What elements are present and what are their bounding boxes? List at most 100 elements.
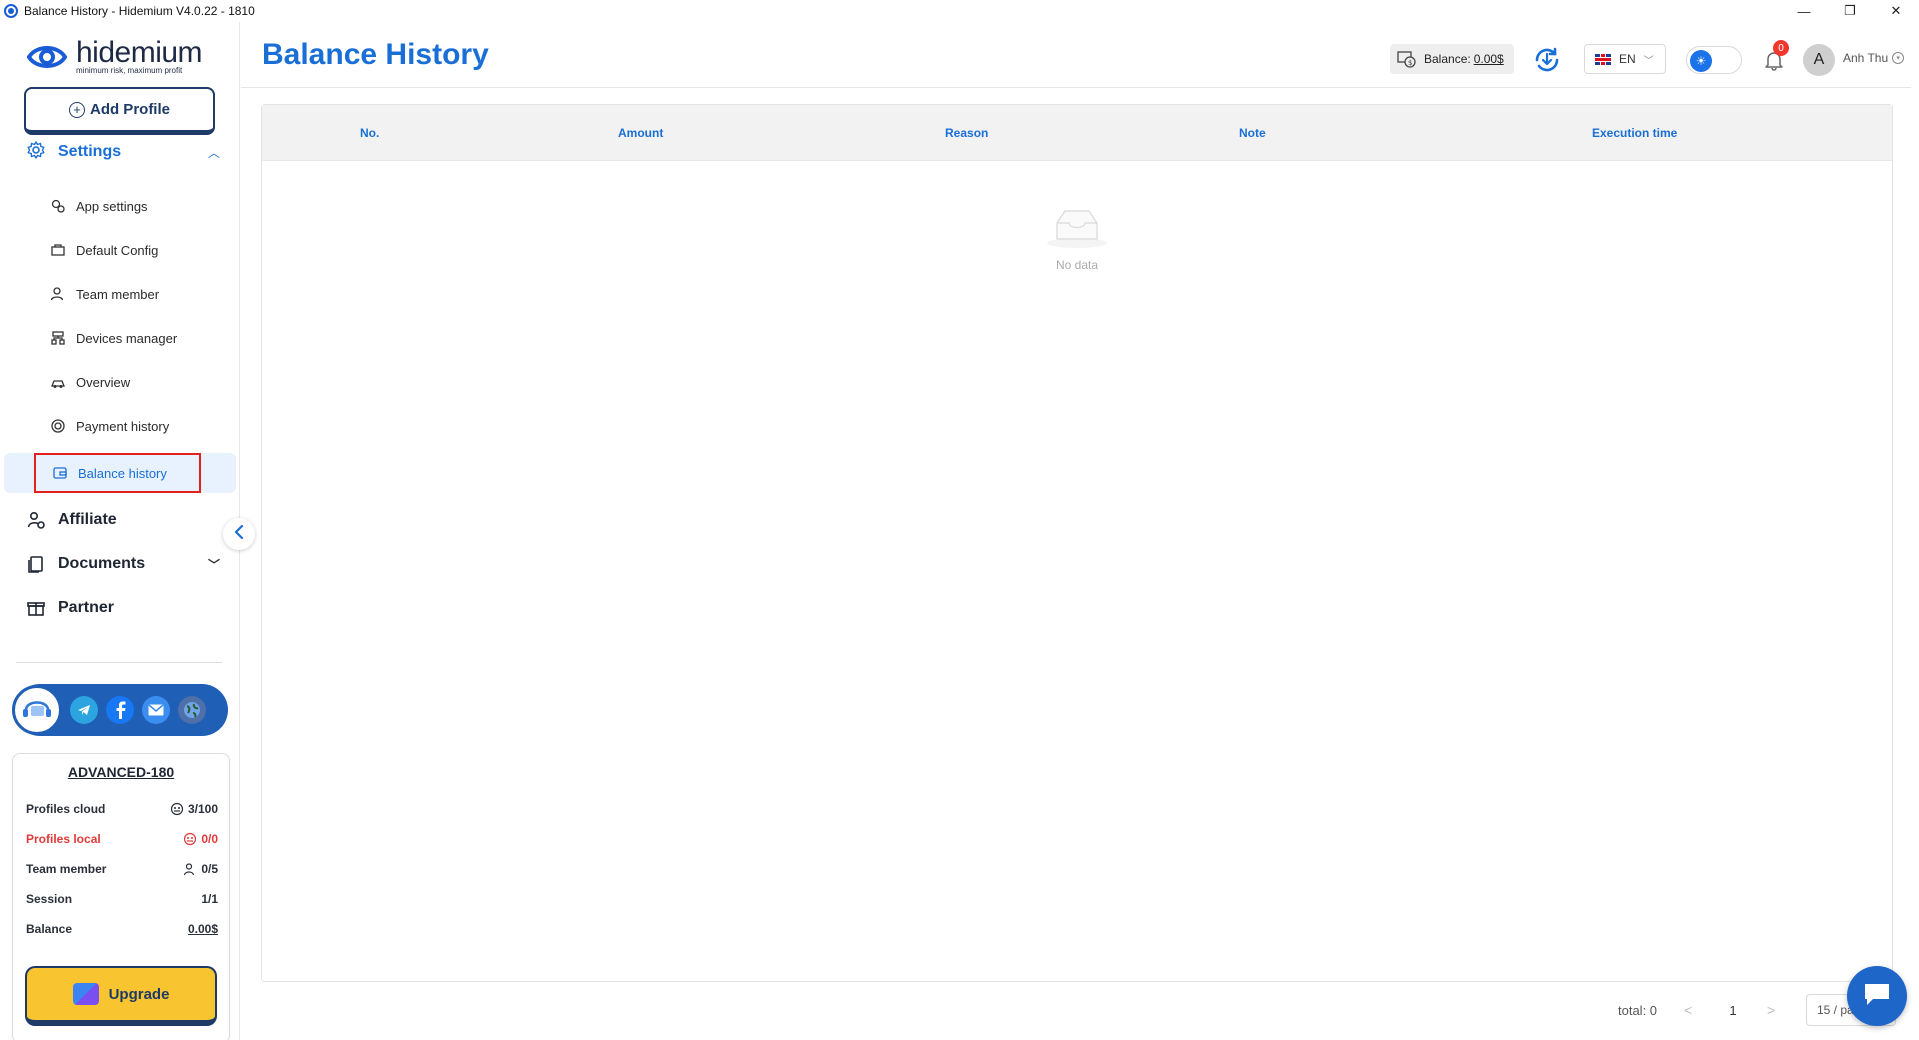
minimize-button[interactable]: — bbox=[1781, 0, 1827, 22]
sidebar-item-label: Overview bbox=[76, 374, 131, 390]
close-button[interactable]: ✕ bbox=[1873, 0, 1919, 22]
table-header: No. Amount Reason Note Execution time bbox=[262, 105, 1892, 161]
chevron-up-icon: ︿ bbox=[207, 145, 220, 160]
language-value: EN bbox=[1619, 52, 1636, 66]
balance-value: 0.00$ bbox=[1473, 52, 1504, 66]
chevron-left-icon bbox=[233, 524, 245, 544]
sidebar-item-default-config[interactable]: Default Config bbox=[50, 235, 230, 265]
add-profile-button[interactable]: + Add Profile bbox=[24, 87, 215, 135]
plan-row-value: 0/5 bbox=[201, 862, 218, 876]
user-name: Anh Thu bbox=[1843, 51, 1889, 65]
sidebar-item-label: Payment history bbox=[76, 418, 170, 434]
pagination-page[interactable]: 1 bbox=[1726, 994, 1740, 1026]
support-bar bbox=[12, 684, 228, 736]
sidebar-item-overview[interactable]: Overview bbox=[50, 367, 230, 397]
collapse-sidebar-button[interactable] bbox=[223, 518, 255, 550]
documents-label: Documents bbox=[58, 555, 146, 572]
money-icon: $ bbox=[1396, 49, 1418, 69]
plan-row-value: 0/0 bbox=[201, 832, 218, 846]
chevron-down-circle-icon: ▾ bbox=[1892, 52, 1905, 64]
overview-icon bbox=[50, 374, 66, 390]
sync-icon[interactable] bbox=[1532, 45, 1562, 75]
wallet-icon bbox=[52, 465, 68, 481]
pagination-prev-icon[interactable]: < bbox=[1684, 994, 1692, 1026]
upgrade-label: Upgrade bbox=[108, 985, 170, 1003]
column-header-note: Note bbox=[1239, 126, 1266, 140]
uk-flag-icon bbox=[1595, 53, 1611, 65]
plan-row-label: Team member bbox=[26, 862, 107, 876]
sidebar-group-settings[interactable]: Settings ︿ bbox=[26, 137, 226, 167]
plan-row-label: Balance bbox=[26, 922, 73, 936]
brand-logo[interactable]: hidemium minimum risk, maximum profit bbox=[26, 36, 203, 75]
gears-icon bbox=[50, 198, 66, 214]
svg-text:$: $ bbox=[1408, 59, 1412, 67]
language-select[interactable]: EN ﹀ bbox=[1584, 44, 1666, 74]
pagination-next-icon[interactable]: > bbox=[1767, 994, 1775, 1026]
column-header-reason: Reason bbox=[945, 126, 989, 140]
settings-gear-icon bbox=[26, 140, 46, 165]
plan-row-label: Profiles cloud bbox=[26, 802, 106, 816]
balance-history-table: No. Amount Reason Note Execution time No… bbox=[261, 104, 1893, 982]
header-divider bbox=[241, 87, 1911, 88]
globe-icon[interactable] bbox=[178, 696, 206, 724]
user-menu[interactable]: Anh Thu ▾ bbox=[1843, 51, 1905, 65]
sidebar-item-team-member[interactable]: Team member bbox=[50, 279, 230, 309]
chevron-down-icon: ﹀ bbox=[207, 557, 220, 572]
plan-row-value: 1/1 bbox=[201, 892, 218, 906]
sidebar-item-app-settings[interactable]: App settings bbox=[50, 191, 230, 221]
avatar[interactable]: A bbox=[1803, 44, 1835, 76]
users-icon bbox=[50, 286, 66, 302]
theme-toggle[interactable]: ☀ bbox=[1686, 46, 1742, 74]
sidebar-item-label: Default Config bbox=[76, 242, 159, 258]
affiliate-icon bbox=[26, 510, 46, 530]
users-icon bbox=[183, 862, 197, 876]
brand-name: hidemium bbox=[76, 36, 203, 69]
sidebar-item-label: App settings bbox=[76, 198, 148, 214]
plan-card: ADVANCED-180 Profiles cloud 3/100 Profil… bbox=[12, 753, 230, 1040]
upgrade-box-icon bbox=[72, 983, 99, 1005]
sidebar-item-label: Balance history bbox=[78, 465, 167, 481]
plan-row-team-member: Team member 0/5 bbox=[26, 859, 218, 879]
add-profile-label: Add Profile bbox=[89, 101, 170, 118]
column-header-execution-time: Execution time bbox=[1592, 126, 1678, 140]
sidebar-item-devices-manager[interactable]: Devices manager bbox=[50, 323, 230, 353]
plan-row-balance: Balance 0.00$ bbox=[26, 919, 218, 939]
balance-chip[interactable]: $ Balance: 0.00$ bbox=[1390, 44, 1514, 74]
balance-history-entry[interactable]: Balance history bbox=[52, 458, 167, 488]
documents-icon bbox=[26, 554, 46, 574]
chevron-down-icon: ﹀ bbox=[1643, 55, 1654, 67]
telegram-icon[interactable] bbox=[70, 696, 98, 724]
email-icon[interactable] bbox=[142, 696, 170, 724]
settings-label: Settings bbox=[58, 143, 122, 160]
plan-name[interactable]: ADVANCED-180 bbox=[13, 764, 229, 780]
devices-icon bbox=[50, 330, 66, 346]
partner-label: Partner bbox=[58, 599, 115, 616]
sidebar-item-label: Devices manager bbox=[76, 330, 178, 346]
upgrade-button[interactable]: Upgrade bbox=[25, 966, 217, 1026]
sidebar-item-label: Team member bbox=[76, 286, 160, 302]
local-profile-icon bbox=[183, 832, 197, 846]
sidebar-item-documents[interactable]: Documents ﹀ bbox=[26, 549, 226, 579]
chat-button[interactable] bbox=[1847, 966, 1907, 1026]
column-header-amount: Amount bbox=[618, 126, 664, 140]
empty-state: No data bbox=[262, 205, 1892, 272]
pagination-total: total: 0 bbox=[1618, 1002, 1658, 1018]
plan-row-value[interactable]: 0.00$ bbox=[188, 922, 218, 936]
balance-label: Balance: bbox=[1424, 52, 1471, 66]
facebook-icon[interactable] bbox=[106, 696, 134, 724]
cloud-profile-icon bbox=[170, 802, 184, 816]
plan-row-value: 3/100 bbox=[187, 802, 218, 816]
window-controls: — ❐ ✕ bbox=[1781, 0, 1919, 22]
sidebar-item-payment-history[interactable]: Payment history bbox=[50, 411, 230, 441]
sidebar-item-affiliate[interactable]: Affiliate bbox=[26, 505, 226, 535]
plan-row-label: Profiles local bbox=[26, 832, 101, 846]
sidebar-item-partner[interactable]: Partner bbox=[26, 593, 226, 623]
support-agent-icon[interactable] bbox=[12, 685, 62, 735]
window-titlebar: Balance History - Hidemium V4.0.22 - 181… bbox=[0, 0, 1919, 22]
gift-icon bbox=[26, 598, 46, 618]
notification-badge: 0 bbox=[1773, 40, 1789, 56]
maximize-button[interactable]: ❐ bbox=[1827, 0, 1873, 22]
column-header-no: No. bbox=[360, 126, 380, 140]
empty-inbox-icon bbox=[1045, 205, 1109, 254]
config-icon bbox=[50, 242, 66, 258]
